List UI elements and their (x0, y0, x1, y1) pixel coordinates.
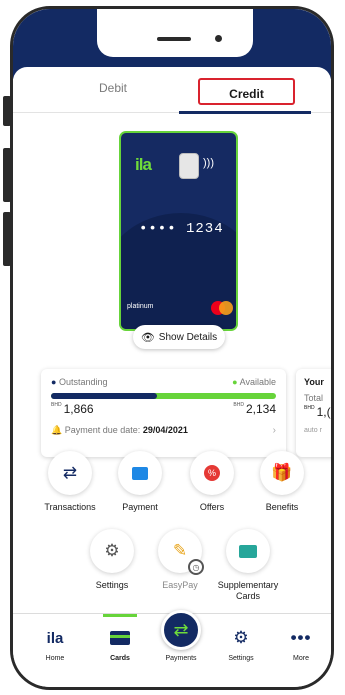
card-number: •••• 1234 (139, 221, 224, 237)
bell-icon: 🔔 (51, 425, 63, 435)
nav-payments[interactable]: ⇄ Payments (151, 610, 211, 662)
easypay-button[interactable]: ✎ ◷ EasyPay (147, 529, 213, 591)
nav-home-label: Home (45, 655, 65, 662)
show-details-button[interactable]: 👁 Show Details (133, 325, 225, 349)
credit-card[interactable]: ila ))) •••• 1234 platinum (119, 131, 238, 331)
chip-icon (179, 153, 199, 179)
available-dot-icon: ● (232, 377, 238, 387)
show-details-label: Show Details (158, 331, 218, 343)
eye-icon: 👁 (140, 331, 155, 344)
outstanding-label-text: Outstanding (58, 377, 108, 387)
easypay-icon: ✎ ◷ (158, 529, 204, 575)
offers-icon: % (190, 451, 234, 495)
bottom-navigation: ila Home Cards ⇄ Payments ⚙ Settings •••… (13, 610, 331, 687)
phone-notch (97, 9, 253, 57)
nav-cards[interactable]: Cards (90, 626, 150, 662)
nav-more-label: More (293, 655, 309, 662)
outstanding-currency: BHD (51, 402, 62, 408)
credit-summary-card[interactable]: ● Outstanding ● Available BHD 1,866 BHD 2,… (41, 369, 286, 457)
secondary-summary-title: Your (304, 377, 324, 387)
secondary-amount-value: 1,( (316, 405, 331, 419)
outstanding-label: ● Outstanding (51, 377, 108, 387)
available-value: 2,134 (245, 402, 276, 416)
more-dots-icon: ••• (290, 628, 312, 647)
secondary-total-label: Total (304, 393, 324, 403)
phone-frame: Debit Credit ila ))) •••• 1234 platinum … (10, 6, 334, 690)
nav-settings-label: Settings (228, 655, 254, 662)
nav-cards-label: Cards (110, 655, 130, 662)
home-logo-icon: ila (46, 629, 64, 647)
offers-button[interactable]: % Offers (179, 451, 245, 513)
available-currency: BHD (233, 402, 244, 408)
gear-icon: ⚙ (90, 529, 134, 573)
payment-label: Payment (122, 502, 158, 512)
secondary-summary-card[interactable]: Your Total BHD 1,( auto r (296, 369, 331, 457)
credit-usage-bar (51, 393, 276, 399)
available-amount: BHD 2,134 (233, 402, 276, 416)
mastercard-icon (211, 301, 233, 315)
easypay-label: EasyPay (162, 580, 198, 590)
ila-logo: ila (135, 155, 152, 174)
outstanding-amount: BHD 1,866 (51, 402, 94, 416)
clock-icon: ◷ (188, 559, 204, 575)
payment-button[interactable]: Payment (107, 451, 173, 513)
card-icon (90, 626, 150, 650)
speaker-grille (157, 37, 191, 41)
available-label: ● Available (232, 377, 276, 387)
available-label-text: Available (239, 377, 276, 387)
transactions-button[interactable]: ⇄ Transactions (37, 451, 103, 513)
supplementary-card-icon (226, 529, 270, 573)
contactless-icon: ))) (203, 157, 214, 169)
cards-screen: Debit Credit ila ))) •••• 1234 platinum … (13, 67, 331, 627)
outstanding-value: 1,866 (63, 402, 94, 416)
supplementary-cards-label: Supplementary Cards (217, 580, 279, 601)
chevron-right-icon: › (272, 425, 276, 436)
active-nav-indicator (103, 614, 137, 617)
settings-label: Settings (95, 580, 129, 590)
gift-icon: 🎁 (260, 451, 304, 495)
tab-credit[interactable]: Credit (198, 78, 295, 105)
settings-button[interactable]: ⚙ Settings (79, 529, 145, 591)
benefits-label: Benefits (265, 502, 299, 512)
outstanding-dot-icon: ● (51, 377, 57, 387)
nav-settings[interactable]: ⚙ Settings (211, 626, 271, 662)
payment-due: 🔔 Payment due date: 29/04/2021 (51, 425, 188, 436)
card-tier: platinum (127, 303, 154, 310)
front-camera (215, 35, 222, 42)
payments-icon: ⇄ (161, 610, 201, 650)
outstanding-fill (51, 393, 157, 399)
card-type-tabs: Debit Credit (13, 67, 331, 114)
offers-label: Offers (199, 502, 225, 512)
secondary-currency: BHD (304, 405, 315, 411)
secondary-footnote: auto r (304, 427, 322, 434)
supplementary-cards-button[interactable]: Supplementary Cards (215, 529, 281, 602)
due-label: Payment due date: (64, 425, 141, 435)
nav-payments-label: Payments (165, 655, 197, 662)
due-date: 29/04/2021 (142, 425, 188, 435)
tab-credit-label: Credit (229, 87, 264, 101)
transactions-label: Transactions (44, 502, 96, 512)
nav-home[interactable]: ila Home (25, 626, 85, 663)
gear-icon: ⚙ (233, 628, 249, 647)
active-tab-indicator (179, 111, 311, 114)
secondary-amount: BHD 1,( (304, 405, 331, 419)
transactions-icon: ⇄ (48, 451, 92, 495)
nav-more[interactable]: ••• More (271, 626, 331, 662)
benefits-button[interactable]: 🎁 Benefits (249, 451, 315, 513)
tab-debit[interactable]: Debit (99, 81, 127, 95)
wallet-icon (118, 451, 162, 495)
